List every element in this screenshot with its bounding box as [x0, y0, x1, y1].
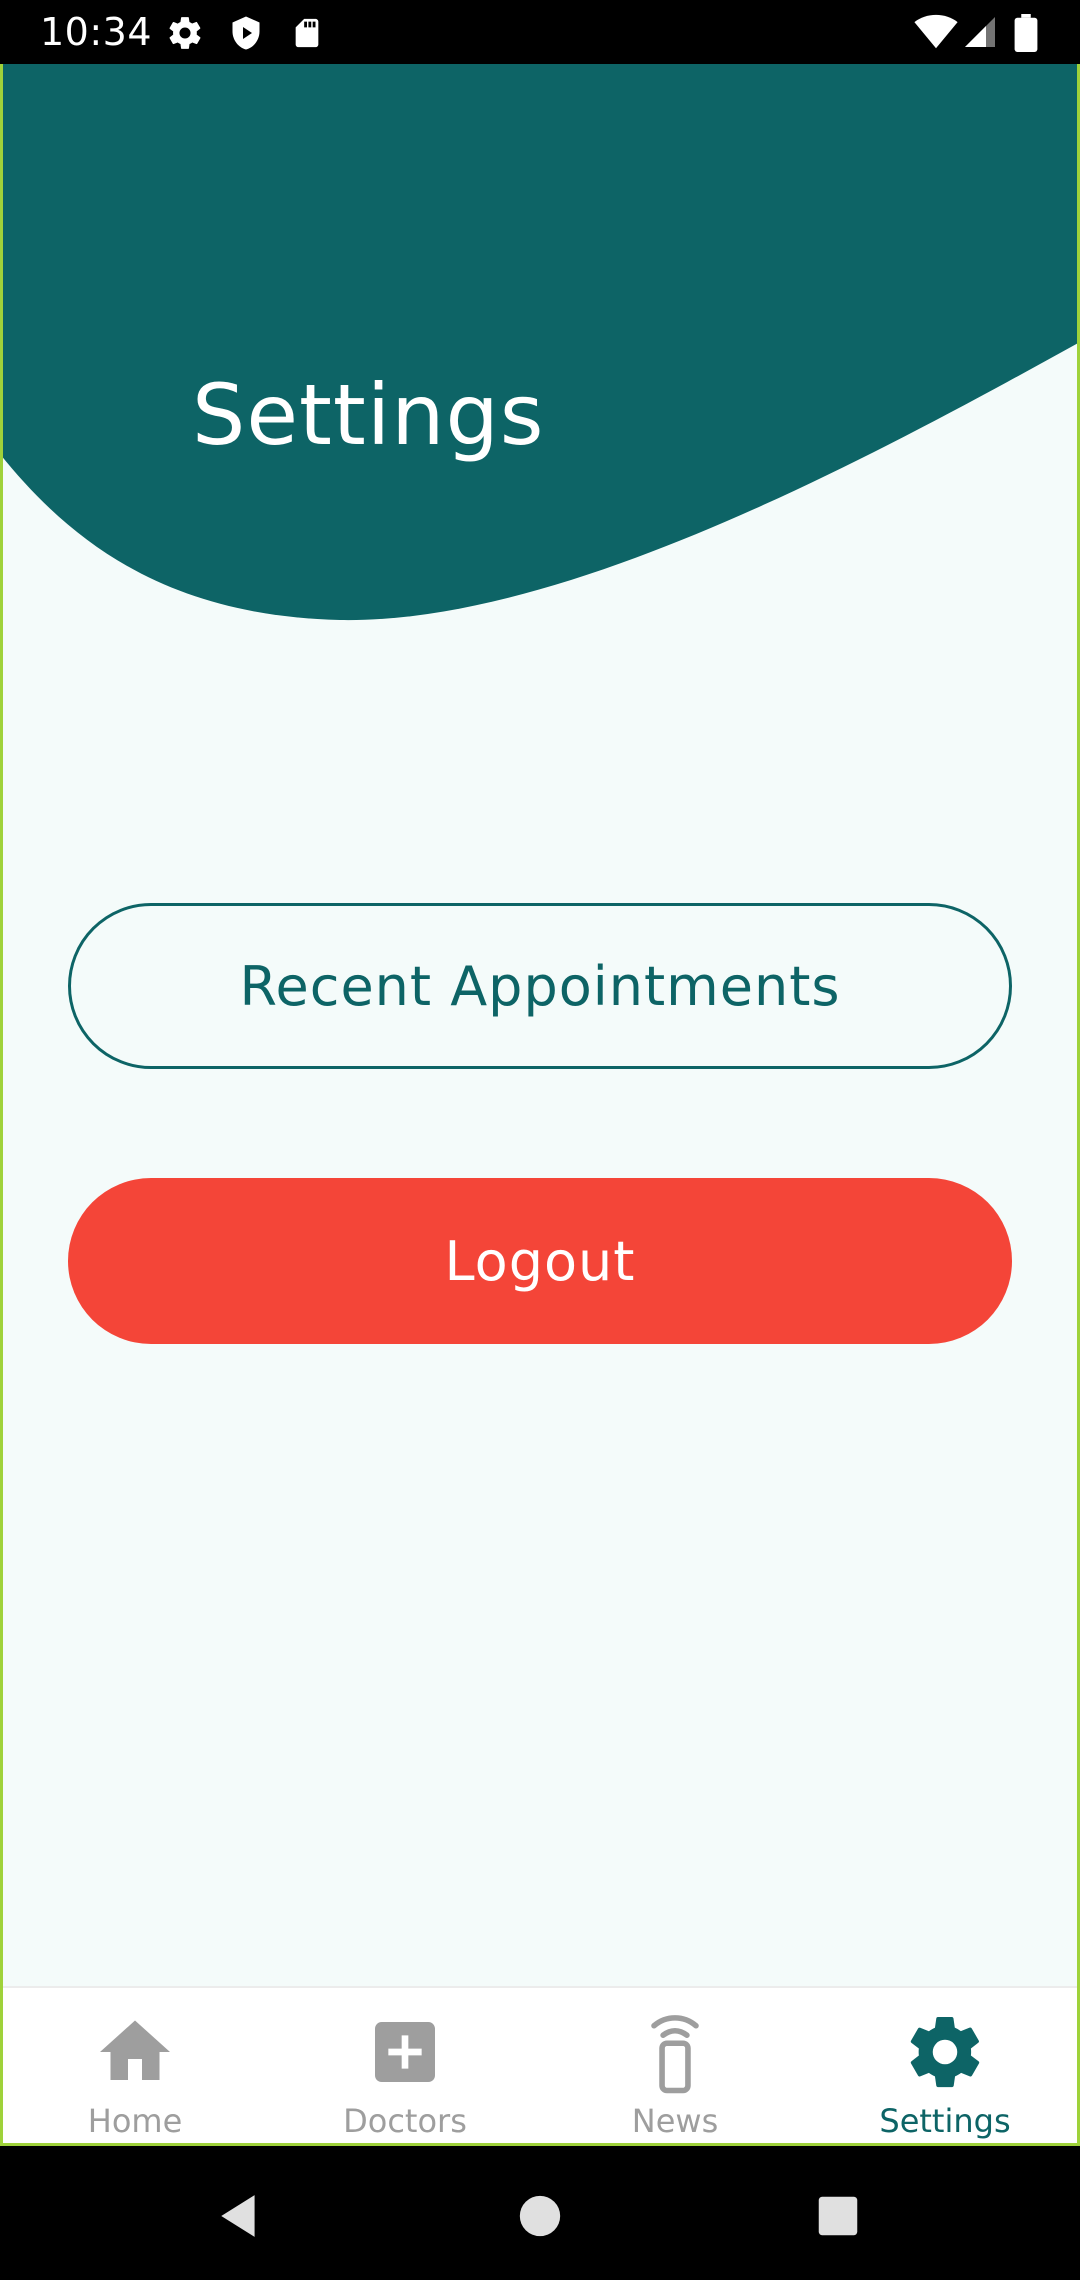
- sd-card-icon: [290, 14, 324, 56]
- system-navigation-bar: [0, 2146, 1080, 2280]
- status-time: 10:34: [40, 10, 153, 54]
- nav-label-home: Home: [87, 2102, 183, 2140]
- nav-label-news: News: [631, 2102, 719, 2140]
- back-icon[interactable]: [200, 2176, 280, 2256]
- nav-item-home[interactable]: Home: [0, 1988, 270, 2144]
- home-circle-icon[interactable]: [500, 2176, 580, 2256]
- nav-label-doctors: Doctors: [343, 2102, 467, 2140]
- nav-item-doctors[interactable]: Doctors: [270, 1988, 540, 2144]
- battery-icon: [1014, 14, 1038, 56]
- status-bar: 10:34: [0, 0, 1080, 64]
- nav-label-settings: Settings: [879, 2102, 1011, 2140]
- header-wave-background: [0, 64, 1080, 621]
- phone-broadcast-icon: [627, 2004, 723, 2100]
- app-screen: 10:34 Settings Recent Appointments Logou…: [0, 0, 1080, 2280]
- settings-icon: [166, 14, 204, 56]
- gear-icon: [897, 2004, 993, 2100]
- medical-plus-icon: [357, 2004, 453, 2100]
- recents-icon[interactable]: [798, 2176, 878, 2256]
- signal-icon: [962, 14, 998, 54]
- shield-play-icon: [228, 14, 264, 56]
- home-icon: [87, 2004, 183, 2100]
- nav-item-news[interactable]: News: [540, 1988, 810, 2144]
- page-title: Settings: [192, 366, 545, 464]
- nav-item-settings[interactable]: Settings: [810, 1988, 1080, 2144]
- wifi-icon: [914, 14, 958, 54]
- bottom-navigation: Home Doctors News Settings: [0, 1986, 1080, 2144]
- logout-button[interactable]: Logout: [68, 1178, 1012, 1344]
- recent-appointments-button[interactable]: Recent Appointments: [68, 903, 1012, 1069]
